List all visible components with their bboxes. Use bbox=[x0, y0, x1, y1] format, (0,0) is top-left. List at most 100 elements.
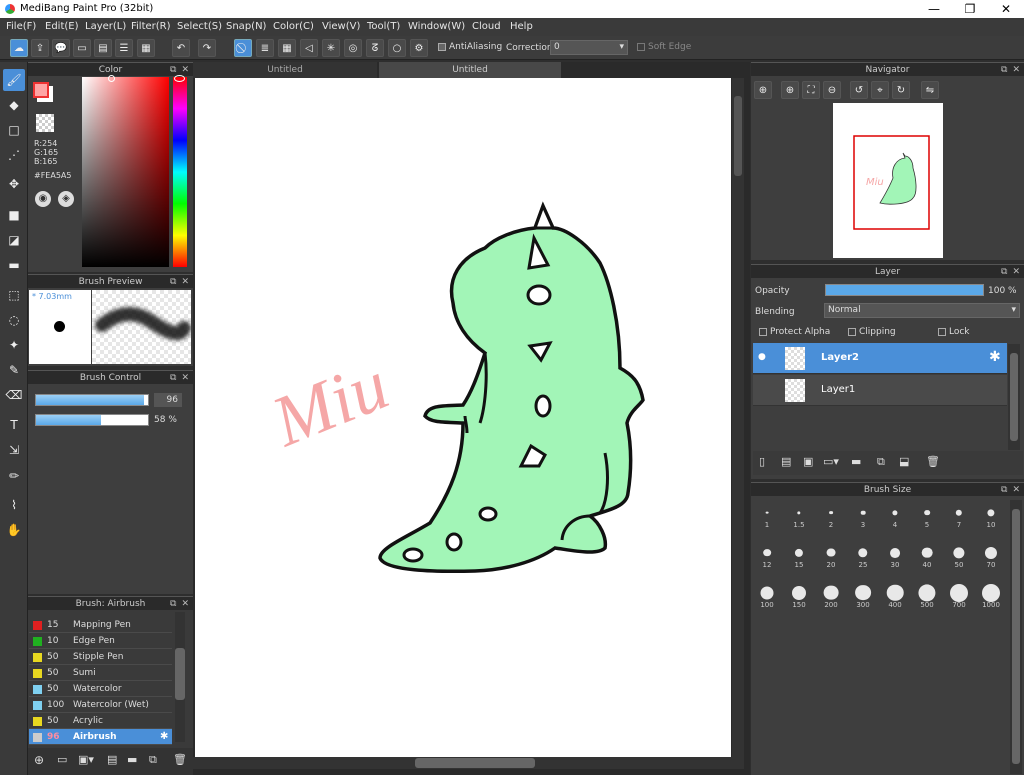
circle-snap-icon[interactable]: ○ bbox=[388, 39, 406, 57]
scroll-thumb[interactable] bbox=[1010, 353, 1018, 441]
palette-icon[interactable]: ◉ bbox=[35, 191, 51, 207]
scroll-thumb[interactable] bbox=[1012, 509, 1020, 764]
brush-size-option[interactable]: 15 bbox=[784, 540, 814, 570]
zoom-in-icon[interactable]: ⊕ bbox=[781, 81, 799, 99]
close-icon[interactable]: ✕ bbox=[1012, 485, 1020, 495]
menu-edit[interactable]: Edit(E) bbox=[45, 21, 79, 32]
close-icon[interactable]: ✕ bbox=[181, 277, 189, 287]
menu-layer[interactable]: Layer(L) bbox=[85, 21, 126, 32]
new-brush-icon[interactable]: ▭ bbox=[57, 753, 67, 766]
text-tool-icon[interactable]: T bbox=[3, 414, 25, 436]
move-tool-icon[interactable]: ✥ bbox=[3, 173, 25, 195]
fill-rect-tool-icon[interactable]: ■ bbox=[3, 204, 25, 226]
brush-item[interactable]: 100 Watercolor (Wet) bbox=[29, 697, 172, 713]
brush-size-option[interactable]: 25 bbox=[848, 540, 878, 570]
chat-icon[interactable]: ▭ bbox=[73, 39, 91, 57]
brush-size-option[interactable]: 100 bbox=[752, 580, 782, 610]
grid-snap-icon[interactable]: ▦ bbox=[278, 39, 296, 57]
brush-size-option[interactable]: 20 bbox=[816, 540, 846, 570]
undo-icon[interactable]: ↶ bbox=[172, 39, 190, 57]
float-icon[interactable]: ⧉ bbox=[170, 373, 176, 383]
brush-size-option[interactable]: 300 bbox=[848, 580, 878, 610]
divide-tool-icon[interactable]: ✏ bbox=[3, 465, 25, 487]
brush-item[interactable]: 15 Mapping Pen bbox=[29, 617, 172, 633]
menu-filter[interactable]: Filter(R) bbox=[131, 21, 171, 32]
clipping-checkbox[interactable]: Clipping bbox=[848, 327, 896, 337]
brush-size-option[interactable]: 3 bbox=[848, 500, 878, 530]
scroll-thumb[interactable] bbox=[175, 648, 185, 700]
soft-edge-checkbox[interactable]: Soft Edge bbox=[637, 42, 691, 52]
duplicate-layer-icon[interactable]: ⧉ bbox=[877, 455, 885, 469]
saturation-value-picker[interactable] bbox=[82, 77, 169, 267]
select-rect-tool-icon[interactable]: ⬚ bbox=[3, 284, 25, 306]
copy-brush-icon[interactable]: ⧉ bbox=[149, 753, 157, 767]
lasso-tool-icon[interactable]: ◌ bbox=[3, 309, 25, 331]
close-icon[interactable]: ✕ bbox=[1012, 267, 1020, 277]
brush-size-option[interactable]: 2 bbox=[816, 500, 846, 530]
close-icon[interactable]: ✕ bbox=[181, 65, 189, 75]
brush-size-option[interactable]: 7 bbox=[944, 500, 974, 530]
delete-layer-icon[interactable]: 🗑 bbox=[926, 455, 940, 468]
brush-item[interactable]: 50 Sumi bbox=[29, 665, 172, 681]
brush-size-scrollbar[interactable] bbox=[1010, 500, 1022, 774]
eyedropper-tool-icon[interactable]: ⌇ bbox=[3, 494, 25, 516]
brush-size-option[interactable]: 40 bbox=[912, 540, 942, 570]
brush-settings-gear-icon[interactable]: ✱ bbox=[160, 731, 168, 742]
brush-item[interactable]: 96 Airbrush ✱ bbox=[29, 729, 172, 745]
bucket-tool-icon[interactable]: ◪ bbox=[3, 229, 25, 251]
merge-layer-icon[interactable]: ⬓ bbox=[899, 455, 909, 468]
flip-horizontal-icon[interactable]: ⇋ bbox=[921, 81, 939, 99]
close-icon[interactable]: ✕ bbox=[181, 599, 189, 609]
float-icon[interactable]: ⧉ bbox=[170, 65, 176, 75]
add-layer-menu-icon[interactable]: ▭▾ bbox=[823, 455, 839, 468]
brush-size-option[interactable]: 10 bbox=[976, 500, 1006, 530]
brush-tool-icon[interactable]: 🖌 bbox=[3, 69, 25, 91]
layer-row-layer2[interactable]: ● Layer2 ✱ bbox=[753, 343, 1007, 374]
menu-view[interactable]: View(V) bbox=[322, 21, 360, 32]
document-icon[interactable]: ▤ bbox=[94, 39, 112, 57]
zoom-fit-icon[interactable]: ⊕ bbox=[754, 81, 772, 99]
list-icon[interactable]: ☰ bbox=[115, 39, 133, 57]
tab-untitled-2[interactable]: Untitled bbox=[379, 62, 561, 78]
navigator-thumbnail[interactable]: Miu bbox=[833, 103, 943, 258]
brush-list-scrollbar[interactable] bbox=[175, 612, 185, 742]
radial-snap-icon[interactable]: ✳ bbox=[322, 39, 340, 57]
new-halftone-layer-icon[interactable]: ▤ bbox=[781, 455, 791, 468]
select-eraser-tool-icon[interactable]: ⌫ bbox=[3, 384, 25, 406]
float-icon[interactable]: ⧉ bbox=[1001, 267, 1007, 277]
menu-window[interactable]: Window(W) bbox=[408, 21, 465, 32]
brush-item[interactable]: 50 Stipple Pen bbox=[29, 649, 172, 665]
cloud-icon[interactable]: ☁ bbox=[10, 39, 28, 57]
tab-untitled-1[interactable]: Untitled bbox=[193, 62, 377, 78]
float-icon[interactable]: ⧉ bbox=[170, 599, 176, 609]
brush-size-option[interactable]: 1000 bbox=[976, 580, 1006, 610]
scroll-thumb[interactable] bbox=[734, 96, 742, 176]
correction-select[interactable]: 0 ▾ bbox=[550, 40, 628, 55]
layer-list-scrollbar[interactable] bbox=[1008, 344, 1020, 450]
menu-help[interactable]: Help bbox=[510, 21, 533, 32]
menu-cloud[interactable]: Cloud bbox=[472, 21, 501, 32]
select-pen-tool-icon[interactable]: ✎ bbox=[3, 359, 25, 381]
perspective-snap-icon[interactable]: ◁ bbox=[300, 39, 318, 57]
grid-icon[interactable]: ▦ bbox=[137, 39, 155, 57]
zoom-out-icon[interactable]: ⊖ bbox=[823, 81, 841, 99]
new-8bit-layer-icon[interactable]: ▣ bbox=[803, 455, 813, 468]
close-icon[interactable]: ✕ bbox=[1012, 65, 1020, 75]
rotate-right-icon[interactable]: ↻ bbox=[892, 81, 910, 99]
brush-size-option[interactable]: 200 bbox=[816, 580, 846, 610]
lock-checkbox[interactable]: Lock bbox=[938, 327, 970, 337]
brush-item[interactable]: 50 Acrylic bbox=[29, 713, 172, 729]
snap-off-icon[interactable]: ⃠ bbox=[234, 39, 252, 57]
folder-icon[interactable]: ▬ bbox=[851, 455, 861, 468]
redo-icon[interactable]: ↷ bbox=[198, 39, 216, 57]
visibility-icon[interactable]: ● bbox=[758, 352, 766, 362]
menu-color[interactable]: Color(C) bbox=[273, 21, 314, 32]
brush-size-option[interactable]: 5 bbox=[912, 500, 942, 530]
brush-size-value[interactable]: 96 bbox=[154, 393, 182, 407]
folder-icon[interactable]: ▬ bbox=[127, 753, 137, 766]
brush-size-option[interactable]: 1 bbox=[752, 500, 782, 530]
float-icon[interactable]: ⧉ bbox=[1001, 65, 1007, 75]
rotate-left-icon[interactable]: ↺ bbox=[850, 81, 868, 99]
transparent-color-swatch[interactable] bbox=[36, 114, 54, 132]
close-icon[interactable]: ✕ bbox=[181, 373, 189, 383]
